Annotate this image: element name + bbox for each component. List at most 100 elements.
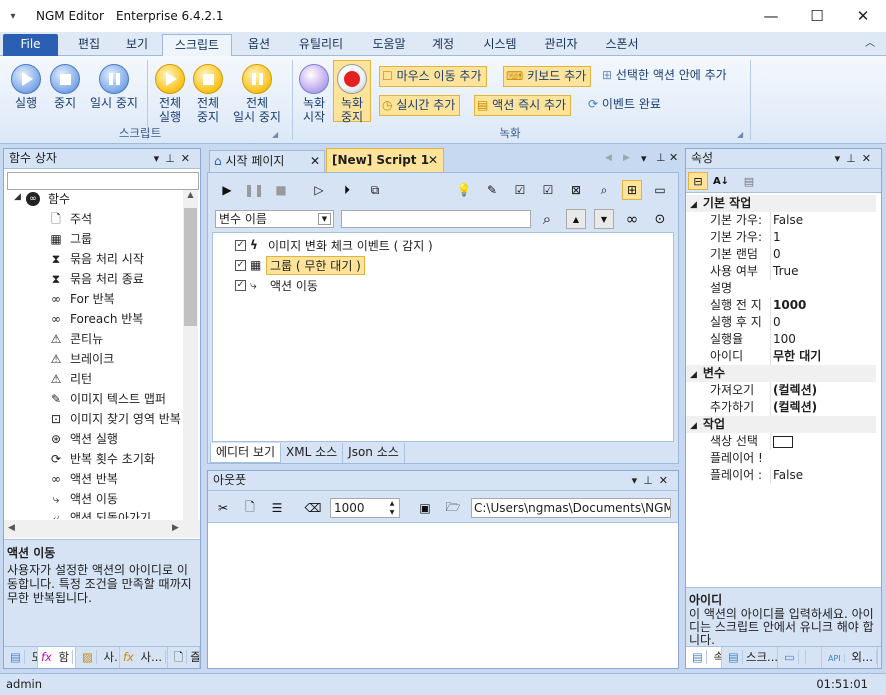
- bottom-tab[interactable]: ▤ 도: [4, 647, 38, 668]
- property-row[interactable]: 아이디 무한 대기: [706, 348, 876, 365]
- bottom-tab-active[interactable]: fx 함: [38, 647, 76, 668]
- property-row[interactable]: 기본 가우: False: [706, 212, 876, 229]
- bottom-tab[interactable]: fx 사...: [120, 647, 168, 668]
- property-row[interactable]: 가져오기 (컬렉션): [706, 382, 876, 399]
- chevron-down-icon[interactable]: ▼: [318, 213, 331, 225]
- tab-utility[interactable]: 유틸리티: [286, 34, 356, 56]
- tab-edit[interactable]: 편집: [64, 34, 114, 56]
- eraser-icon[interactable]: ⌫: [303, 498, 323, 518]
- bottom-tab-active[interactable]: ▤ 속: [686, 647, 722, 668]
- script-item-selected[interactable]: ✓ ▦ 그룹 ( 무한 대기 ): [235, 255, 365, 275]
- function-item[interactable]: ⚠ 브레이크: [48, 350, 115, 369]
- function-item[interactable]: ⧗ 묶음 처리 시작: [48, 250, 144, 269]
- stop-icon[interactable]: ■: [271, 180, 291, 200]
- add-keyboard-button[interactable]: ⌨ 키보드 추가: [503, 66, 592, 87]
- collapse-icon[interactable]: ◢: [690, 200, 697, 210]
- pause-icon[interactable]: ❚❚: [244, 180, 264, 200]
- property-row[interactable]: 추가하기 (컬렉션): [706, 399, 876, 416]
- checkbox[interactable]: ✓: [235, 279, 246, 291]
- record-start-button[interactable]: 녹화 시작: [297, 64, 331, 124]
- more-icon[interactable]: ⊙: [650, 209, 670, 229]
- dropdown-icon[interactable]: ▾: [154, 152, 166, 165]
- step-play-icon[interactable]: ▷: [309, 180, 329, 200]
- function-hscrollbar[interactable]: ◀ ▶: [4, 520, 200, 538]
- sort-az-icon[interactable]: A↓: [711, 172, 731, 190]
- bottom-tab[interactable]: ▭: [778, 647, 822, 668]
- maximize-button[interactable]: ☐: [794, 0, 840, 32]
- function-search-input[interactable]: [7, 172, 199, 190]
- pin-icon[interactable]: ⊥: [643, 474, 659, 487]
- function-item[interactable]: ✎ 이미지 텍스트 맵퍼: [48, 390, 166, 409]
- monitor-icon[interactable]: ▭: [650, 180, 670, 200]
- tab-scroll-left-icon[interactable]: ◀: [605, 153, 612, 163]
- tab-pin-icon[interactable]: ⊥: [656, 151, 666, 164]
- scroll-up-icon[interactable]: ▲: [183, 190, 198, 199]
- panel-close-icon[interactable]: ✕: [659, 474, 674, 487]
- save-icon[interactable]: ▣: [415, 498, 435, 518]
- variable-dropdown[interactable]: 변수 이름 ▼: [215, 210, 334, 228]
- list-icon[interactable]: ☰: [267, 498, 287, 518]
- function-item[interactable]: ∞ Foreach 반복: [48, 310, 143, 329]
- chevron-down-icon[interactable]: ▼: [594, 209, 614, 229]
- search-icon[interactable]: ⌕: [537, 209, 557, 229]
- property-row[interactable]: 플레이어 !: [706, 450, 876, 467]
- tab-start-page[interactable]: ⌂ 시작 페이지 ✕: [209, 150, 325, 172]
- checkbox[interactable]: ✓: [235, 259, 246, 271]
- close-button[interactable]: ✕: [840, 0, 886, 32]
- property-row[interactable]: 플레이어 : False: [706, 467, 876, 484]
- play-icon[interactable]: ▶: [217, 180, 237, 200]
- bottom-tab[interactable]: 🗋 즐: [168, 647, 200, 668]
- checkbox[interactable]: ✓: [235, 239, 246, 251]
- scroll-right-icon[interactable]: ▶: [172, 523, 179, 533]
- bulb-icon[interactable]: 💡: [454, 180, 474, 200]
- bottom-tab[interactable]: ▤ 스크...: [722, 647, 778, 668]
- tab-scroll-right-icon[interactable]: ▶: [623, 153, 630, 163]
- function-item[interactable]: ⤷ 액션 이동: [48, 490, 118, 509]
- categorized-icon[interactable]: ⊟: [688, 172, 708, 190]
- function-item[interactable]: ∞ For 반복: [48, 290, 115, 309]
- tab-list-icon[interactable]: ▾: [641, 152, 647, 165]
- tab-help[interactable]: 도움말: [362, 34, 416, 56]
- search-icon[interactable]: ⌕: [594, 180, 614, 200]
- file-menu[interactable]: File: [3, 34, 58, 56]
- step-into-icon[interactable]: ⏵: [337, 180, 357, 200]
- edit-image-icon[interactable]: ✎: [482, 180, 502, 200]
- tab-close-icon[interactable]: ✕: [428, 149, 438, 171]
- clean-icon[interactable]: ✂: [213, 498, 233, 518]
- property-category[interactable]: ◢ 변수: [686, 365, 876, 382]
- tab-system[interactable]: 시스템: [472, 34, 528, 56]
- property-row[interactable]: 색상 선택: [706, 433, 876, 450]
- tab-xml-source[interactable]: XML 소스: [281, 443, 344, 463]
- color-swatch[interactable]: [773, 435, 793, 448]
- property-row[interactable]: 기본 가우: 1: [706, 229, 876, 246]
- function-item[interactable]: ⊡ 이미지 찾기 영역 반복: [48, 410, 181, 429]
- pause-all-button[interactable]: 전체 일시 중지: [228, 64, 286, 124]
- function-item[interactable]: ⊛ 액션 실행: [48, 430, 118, 449]
- tab-close-icon[interactable]: ✕: [310, 151, 320, 171]
- tab-sponsor[interactable]: 스폰서: [594, 34, 650, 56]
- collapse-ribbon-icon[interactable]: ︿: [860, 34, 880, 56]
- tab-admin[interactable]: 관리자: [533, 34, 589, 56]
- record-stop-button[interactable]: 녹화 중지: [333, 60, 371, 124]
- add-mouse-move-button[interactable]: ☐ 마우스 이동 추가: [379, 66, 487, 87]
- system-menu-icon[interactable]: ▾: [2, 11, 24, 22]
- function-item[interactable]: 🗋 주석: [48, 210, 92, 229]
- tab-script-1[interactable]: [New] Script 1 ✕: [326, 148, 444, 172]
- property-category[interactable]: ◢ 작업: [686, 416, 876, 433]
- collapse-icon[interactable]: ◢: [690, 421, 697, 431]
- pin-icon[interactable]: ⊥: [165, 152, 181, 165]
- property-row[interactable]: 실행율 100: [706, 331, 876, 348]
- tab-script[interactable]: 스크립트: [162, 34, 232, 56]
- function-item[interactable]: ⚠ 리턴: [48, 370, 92, 389]
- bottom-tab[interactable]: API 외...: [822, 647, 878, 668]
- step-over-icon[interactable]: ⧉: [365, 180, 385, 200]
- property-row[interactable]: 사용 여부 True: [706, 263, 876, 280]
- scroll-left-icon[interactable]: ◀: [8, 523, 15, 533]
- dropdown-icon[interactable]: ▾: [632, 474, 644, 487]
- property-row[interactable]: 기본 랜덤 0: [706, 246, 876, 263]
- tab-editor-view[interactable]: 에디터 보기: [210, 443, 282, 463]
- run-all-button[interactable]: 전체 실행: [152, 64, 188, 124]
- property-pages-icon[interactable]: ▤: [739, 172, 759, 190]
- tab-account[interactable]: 계정: [420, 34, 466, 56]
- script-item[interactable]: ✓ ⤷ 액션 이동: [235, 276, 318, 294]
